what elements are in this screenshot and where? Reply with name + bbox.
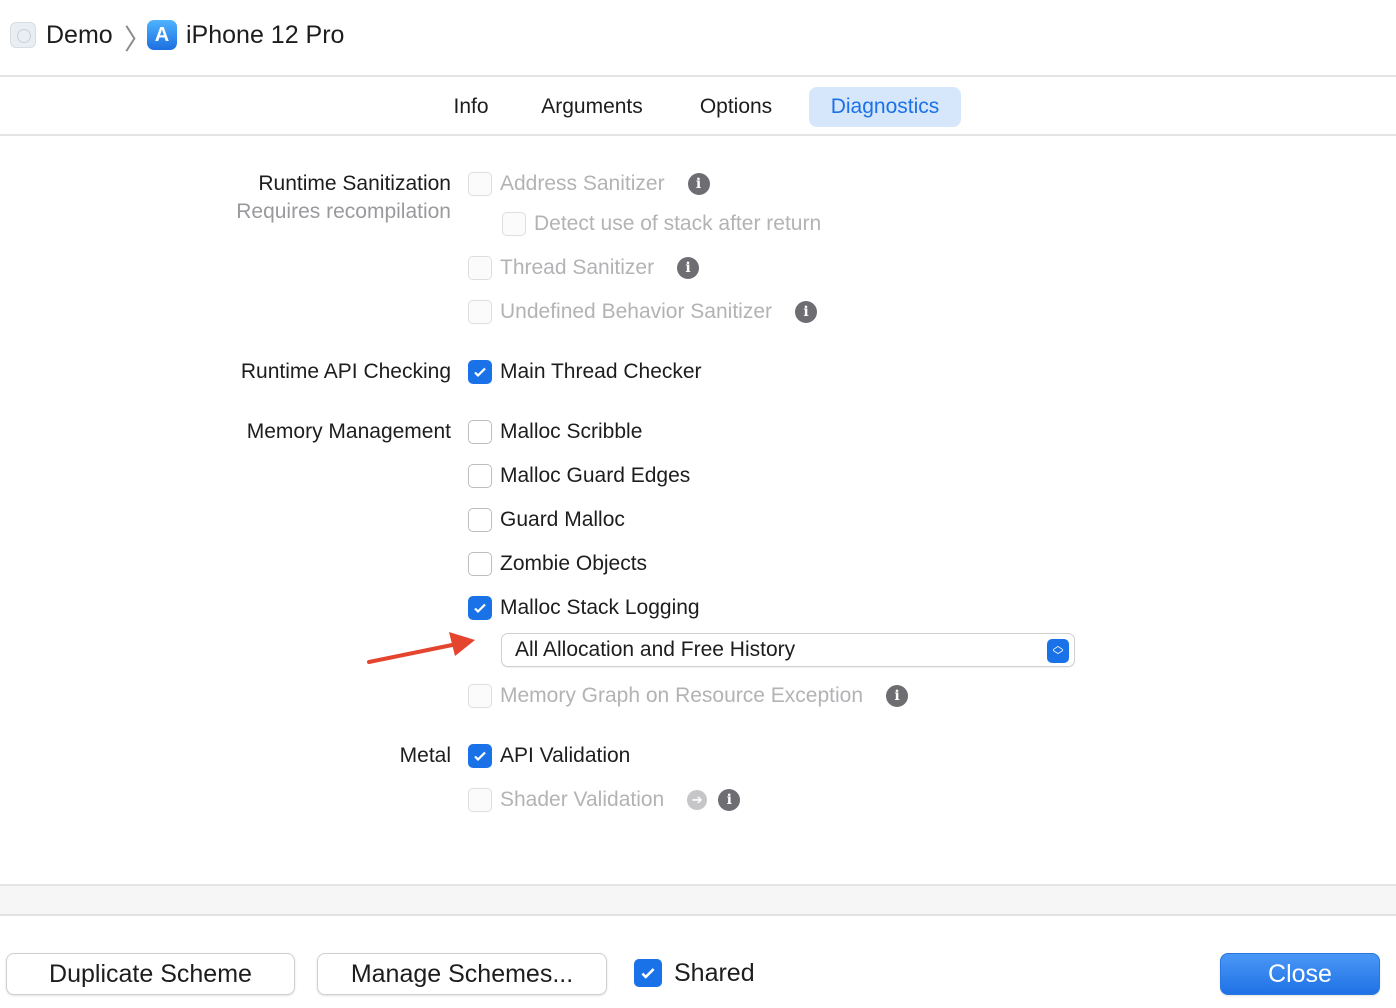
address-sanitizer-row: Address Sanitizer i	[468, 169, 710, 199]
tab-bar: Info Arguments Options Diagnostics	[0, 79, 1396, 136]
tab-arguments[interactable]: Arguments	[526, 87, 658, 127]
info-icon[interactable]: i	[677, 257, 700, 279]
address-sanitizer-checkbox[interactable]	[468, 172, 492, 196]
main-thread-checker-checkbox[interactable]	[468, 360, 492, 384]
zombie-objects-label: Zombie Objects	[500, 552, 648, 575]
scheme-icon	[10, 22, 36, 48]
shader-validation-label: Shader Validation	[500, 788, 665, 811]
updown-chevron-icon: ︿ ﹀	[1047, 639, 1069, 663]
shader-validation-row: Shader Validation ➔ i	[468, 785, 741, 815]
info-icon[interactable]: i	[795, 301, 817, 323]
malloc-stack-logging-row: Malloc Stack Logging	[468, 593, 700, 623]
api-validation-checkbox[interactable]	[468, 744, 492, 768]
zombie-objects-row: Zombie Objects	[468, 549, 647, 579]
thread-sanitizer-label: Thread Sanitizer	[500, 256, 655, 279]
breadcrumb-scheme[interactable]: Demo	[46, 17, 113, 53]
section-label-memory: Memory Management	[246, 420, 451, 443]
ub-sanitizer-checkbox[interactable]	[468, 300, 492, 324]
detect-stack-label: Detect use of stack after return	[534, 212, 822, 235]
annotation-arrow	[367, 632, 475, 664]
shared-label: Shared	[674, 958, 755, 987]
main-thread-checker-label: Main Thread Checker	[500, 360, 702, 383]
info-icon[interactable]: i	[886, 685, 908, 707]
thread-sanitizer-checkbox[interactable]	[468, 256, 492, 280]
detect-stack-checkbox[interactable]	[502, 212, 526, 236]
breadcrumb-destination[interactable]: iPhone 12 Pro	[186, 17, 344, 53]
guard-malloc-label: Guard Malloc	[500, 508, 625, 531]
thread-sanitizer-row: Thread Sanitizer i	[468, 253, 700, 283]
malloc-stack-logging-label: Malloc Stack Logging	[500, 596, 700, 619]
duplicate-scheme-button[interactable]: Duplicate Scheme	[6, 953, 295, 995]
address-sanitizer-label: Address Sanitizer	[500, 172, 665, 195]
footer-band	[0, 886, 1396, 914]
tab-options[interactable]: Options	[684, 87, 788, 127]
malloc-stack-logging-checkbox[interactable]	[468, 596, 492, 620]
malloc-scribble-checkbox[interactable]	[468, 420, 492, 444]
memory-graph-row: Memory Graph on Resource Exception i	[468, 681, 908, 711]
section-sublabel-recompilation: Requires recompilation	[236, 200, 451, 223]
ub-sanitizer-label: Undefined Behavior Sanitizer	[500, 300, 772, 323]
tab-diagnostics[interactable]: Diagnostics	[809, 87, 961, 127]
info-icon[interactable]: i	[718, 789, 741, 811]
malloc-scribble-label: Malloc Scribble	[500, 420, 643, 443]
malloc-guard-edges-row: Malloc Guard Edges	[468, 461, 690, 491]
shader-validation-checkbox[interactable]	[468, 788, 492, 812]
malloc-guard-edges-label: Malloc Guard Edges	[500, 464, 691, 487]
section-label-runtime-sanitization: Runtime Sanitization	[258, 172, 451, 195]
stack-logging-mode-value: All Allocation and Free History	[515, 638, 796, 661]
malloc-guard-edges-checkbox[interactable]	[468, 464, 492, 488]
memory-graph-checkbox[interactable]	[468, 684, 492, 708]
close-button[interactable]: Close	[1220, 953, 1380, 995]
api-validation-row: API Validation	[468, 741, 630, 771]
stack-logging-mode-select[interactable]: All Allocation and Free History ︿ ﹀	[501, 633, 1075, 667]
shared-row: Shared	[634, 957, 755, 989]
guard-malloc-checkbox[interactable]	[468, 508, 492, 532]
shared-checkbox[interactable]	[634, 959, 662, 987]
manage-schemes-button[interactable]: Manage Schemes...	[317, 953, 607, 995]
malloc-scribble-row: Malloc Scribble	[468, 417, 642, 447]
guard-malloc-row: Guard Malloc	[468, 505, 625, 535]
memory-graph-label: Memory Graph on Resource Exception	[500, 684, 863, 707]
arrow-right-circle-icon[interactable]: ➔	[687, 790, 708, 810]
footer-divider	[0, 914, 1396, 916]
tab-info[interactable]: Info	[440, 87, 502, 127]
scheme-header: Demo 〉 A iPhone 12 Pro	[0, 0, 1396, 77]
detect-stack-row: Detect use of stack after return	[502, 209, 821, 239]
zombie-objects-checkbox[interactable]	[468, 552, 492, 576]
info-icon[interactable]: i	[687, 173, 710, 195]
app-icon: A	[147, 20, 177, 50]
ub-sanitizer-row: Undefined Behavior Sanitizer i	[468, 297, 817, 327]
main-thread-checker-row: Main Thread Checker	[468, 357, 702, 387]
section-label-metal: Metal	[399, 744, 451, 767]
section-label-runtime-api: Runtime API Checking	[240, 360, 451, 383]
api-validation-label: API Validation	[500, 744, 631, 767]
